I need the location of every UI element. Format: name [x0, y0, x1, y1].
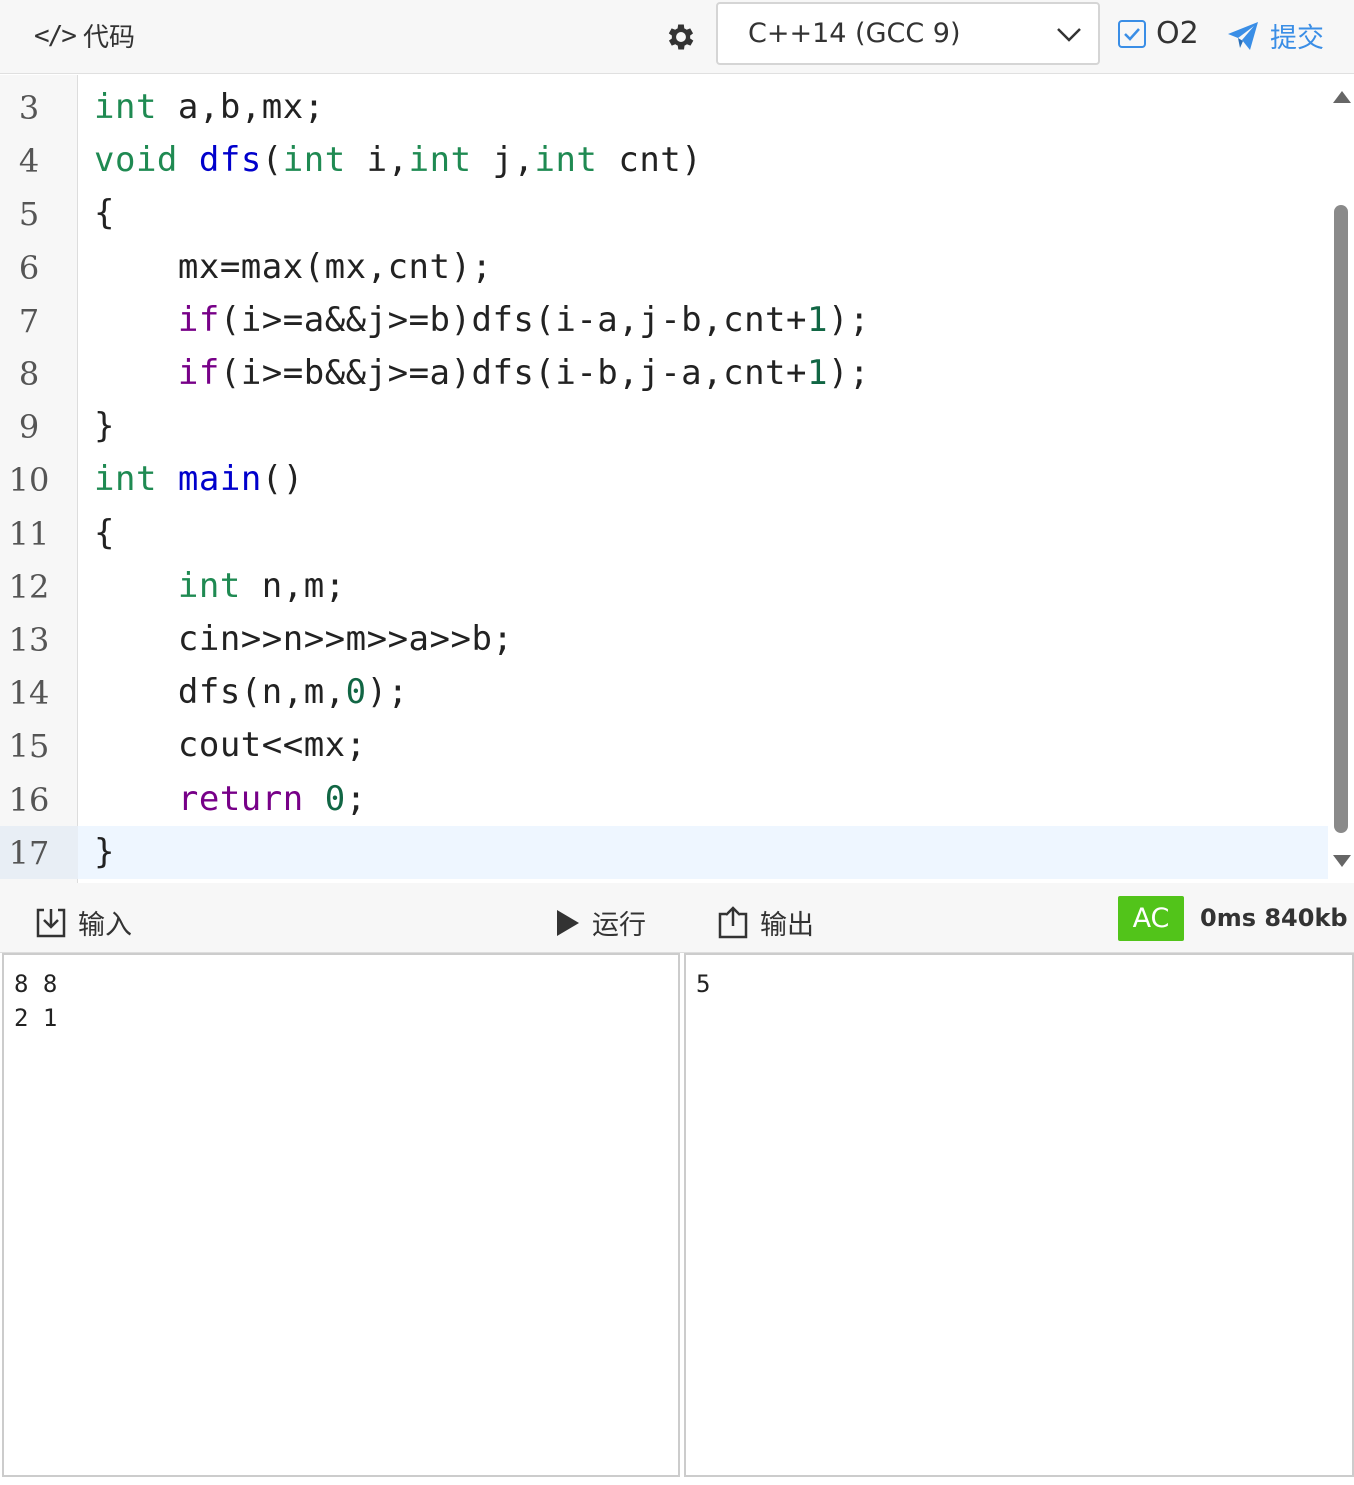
code-text[interactable]: cout<<mx;: [94, 725, 367, 765]
code-line[interactable]: 5{: [0, 187, 1328, 240]
line-number: 14: [8, 674, 50, 713]
input-tab[interactable]: 输入: [34, 903, 132, 942]
language-value: C++14 (GCC 9): [748, 18, 961, 49]
line-number: 9: [18, 408, 40, 447]
code-line[interactable]: 11 {: [0, 507, 1328, 560]
code-text[interactable]: {: [94, 193, 115, 233]
code-line[interactable]: 7 if(i>=a&&j>=b)dfs(i-a,j-b,cnt+1);: [0, 294, 1328, 347]
line-number: 15: [8, 727, 50, 766]
o2-label: O2: [1156, 16, 1199, 51]
scrollbar-thumb[interactable]: [1334, 205, 1348, 833]
line-number: 13: [8, 621, 50, 659]
code-line[interactable]: 3 int a,b,mx;: [0, 81, 1328, 134]
input-label: 输入: [78, 910, 132, 941]
line-number: 17: [8, 833, 50, 872]
code-line[interactable]: 6 mx=max(mx,cnt);: [0, 241, 1328, 294]
checkmark-icon: [1124, 27, 1140, 41]
line-number: 11: [8, 514, 50, 553]
scroll-up-arrow-icon[interactable]: [1333, 91, 1351, 103]
line-number: 4: [18, 142, 40, 181]
code-line[interactable]: 17}: [0, 825, 1328, 879]
code-text[interactable]: if(i>=b&&j>=a)dfs(i-b,j-a,cnt+1);: [94, 353, 870, 393]
line-number: 8: [18, 355, 40, 393]
code-line[interactable]: 15 cout<<mx;: [0, 719, 1328, 772]
output-label: 输出: [760, 910, 814, 941]
code-text[interactable]: void dfs(int i,int j,int cnt): [94, 140, 702, 180]
code-title-label: 代码: [82, 23, 135, 53]
code-line[interactable]: 9}: [0, 400, 1328, 453]
code-line[interactable]: 4 void dfs(int i,int j,int cnt): [0, 134, 1328, 187]
status-badge: AC: [1118, 896, 1184, 941]
code-line[interactable]: 10 int main(): [0, 453, 1328, 506]
upload-icon: [718, 905, 748, 938]
code-line[interactable]: 16 return 0;: [0, 773, 1328, 826]
editor-header: </> 代码 C++14 (GCC 9) O2 提交: [0, 0, 1354, 74]
code-text[interactable]: int n,m;: [94, 566, 346, 606]
chevron-down-icon: [1057, 28, 1081, 42]
o2-checkbox[interactable]: [1118, 19, 1146, 48]
submit-label: 提交: [1270, 23, 1324, 54]
output-tab[interactable]: 输出: [716, 903, 814, 942]
code-line[interactable]: 14 dfs(n,m,0);: [0, 666, 1328, 719]
io-toolbar: 输入 运行 输出 AC 0ms 840kb: [0, 883, 1354, 953]
play-icon: [557, 909, 579, 936]
line-number: 6: [18, 248, 40, 287]
editor-scrollbar[interactable]: [1328, 75, 1354, 883]
code-text[interactable]: if(i>=a&&j>=b)dfs(i-a,j-b,cnt+1);: [94, 300, 870, 340]
code-tab-title: </> 代码: [34, 17, 135, 54]
run-button[interactable]: 运行: [554, 903, 646, 942]
gear-icon[interactable]: [664, 20, 698, 54]
code-text[interactable]: mx=max(mx,cnt);: [94, 247, 492, 287]
run-stats: 0ms 840kb: [1200, 904, 1348, 932]
code-line[interactable]: 13 cin>>n>>m>>a>>b;: [0, 613, 1328, 666]
code-text[interactable]: cin>>n>>m>>a>>b;: [94, 619, 513, 659]
code-editor[interactable]: 3 int a,b,mx; 4 void dfs(int i,int j,int cn…: [0, 75, 1354, 883]
line-number: 16: [8, 780, 50, 819]
code-text[interactable]: int a,b,mx;: [94, 87, 325, 127]
code-line[interactable]: 8 if(i>=b&&j>=a)dfs(i-b,j-a,cnt+1);: [0, 347, 1328, 400]
input-textarea[interactable]: 8 8 2 1: [2, 953, 680, 1477]
line-number: 5: [18, 195, 40, 234]
run-label: 运行: [592, 910, 646, 941]
code-text[interactable]: dfs(n,m,0);: [94, 672, 409, 712]
code-text[interactable]: }: [94, 406, 115, 446]
line-number: 3: [18, 89, 40, 127]
code-line[interactable]: 12 int n,m;: [0, 560, 1328, 613]
download-icon: [36, 908, 66, 937]
scroll-down-arrow-icon[interactable]: [1333, 855, 1351, 867]
code-text[interactable]: int main(): [94, 459, 304, 499]
code-text[interactable]: return 0;: [94, 779, 367, 819]
line-number: 12: [8, 567, 50, 606]
language-select[interactable]: C++14 (GCC 9): [716, 2, 1100, 65]
o2-toggle[interactable]: O2: [1118, 16, 1199, 51]
paper-plane-icon: [1228, 21, 1258, 50]
line-number: 10: [8, 461, 50, 500]
code-text[interactable]: {: [94, 513, 115, 553]
output-area: 5: [684, 953, 1354, 1477]
code-icon: </>: [34, 20, 77, 51]
submit-button[interactable]: 提交: [1226, 16, 1324, 55]
line-number: 7: [18, 301, 40, 340]
code-text[interactable]: }: [94, 832, 115, 872]
